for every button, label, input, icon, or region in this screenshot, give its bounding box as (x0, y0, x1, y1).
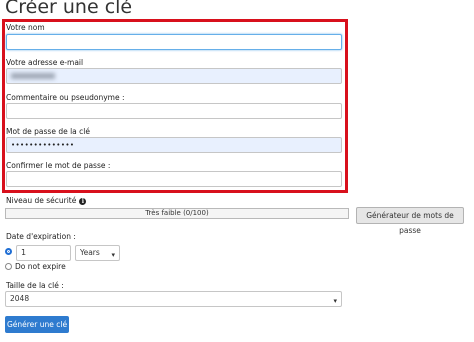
info-icon[interactable]: i (79, 198, 87, 205)
key-size-select[interactable]: 2048 ▾ (5, 291, 342, 307)
security-meter: Très faible (0/100) (5, 208, 349, 219)
comment-input[interactable] (6, 103, 342, 119)
do-not-expire-radio[interactable] (5, 263, 12, 270)
password-label: Mot de passe de la clé (6, 127, 90, 136)
expiration-unit-value: Years (80, 248, 100, 257)
key-size-value: 2048 (10, 294, 30, 303)
name-input[interactable] (6, 34, 342, 50)
chevron-down-icon: ▾ (333, 297, 337, 305)
confirm-password-input[interactable] (6, 171, 342, 187)
expiration-label: Date d'expiration : (6, 232, 76, 241)
key-size-label: Taille de la clé : (6, 281, 64, 290)
comment-label: Commentaire ou pseudonyme : (6, 93, 125, 102)
expiration-unit-select[interactable]: Years ▾ (75, 245, 120, 261)
generate-key-button[interactable]: Générer une clé (5, 316, 69, 333)
name-label: Votre nom (6, 23, 45, 32)
do-not-expire-label: Do not expire (15, 262, 66, 271)
chevron-down-icon: ▾ (111, 251, 115, 259)
page-title: Créer une clé (5, 0, 133, 18)
security-level-label: Niveau de sécurité i (6, 196, 87, 205)
expire-radio[interactable] (5, 248, 12, 255)
password-input[interactable]: •••••••••••••• (6, 137, 342, 153)
email-label: Votre adresse e-mail (6, 58, 84, 67)
password-generator-button[interactable]: Générateur de mots de passe (356, 207, 464, 235)
redacted-email (11, 73, 55, 79)
security-level-text: Niveau de sécurité (6, 196, 77, 205)
email-input[interactable] (6, 68, 342, 84)
expiration-amount-input[interactable]: 1 (16, 245, 71, 261)
confirm-password-label: Confirmer le mot de passe : (6, 161, 111, 170)
